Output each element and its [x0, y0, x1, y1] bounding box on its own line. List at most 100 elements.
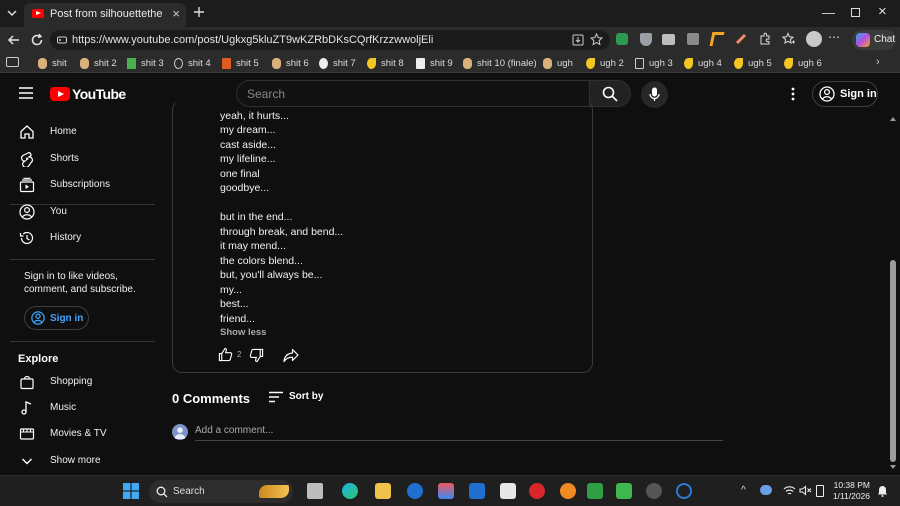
bookmark-item[interactable]: shit 4	[174, 56, 211, 70]
site-info-icon[interactable]	[56, 34, 68, 46]
bookmark-star-icon[interactable]	[590, 33, 603, 46]
bookmark-item[interactable]: shit 8	[367, 56, 404, 70]
sidebar-item-history[interactable]: History	[0, 225, 155, 251]
back-icon[interactable]	[6, 32, 22, 48]
windows-start-icon[interactable]	[123, 483, 139, 499]
file-explorer-icon[interactable]	[375, 483, 391, 499]
scroll-up-arrow-icon[interactable]	[890, 117, 896, 121]
sidebar-item-movies-tv[interactable]: Movies & TV	[0, 421, 155, 447]
microsoft-store-icon[interactable]	[438, 483, 454, 499]
extension-bracket-icon[interactable]	[709, 32, 725, 46]
browser-tab[interactable]: Post from silhouettetheguy - YouTube ×	[24, 3, 186, 27]
volume-muted-icon[interactable]	[799, 485, 812, 496]
bookmarks-overflow-icon[interactable]: ›	[876, 56, 880, 68]
sidebar-item-home[interactable]: Home	[0, 119, 155, 145]
app-green-icon[interactable]	[587, 483, 603, 499]
home-icon	[19, 124, 35, 140]
new-tab-icon[interactable]	[191, 4, 207, 20]
windows-taskbar: Search ^ 10:38 PM 1/11/2026	[0, 475, 900, 506]
settings-kebab-icon[interactable]	[790, 86, 796, 102]
extension-pen-icon[interactable]	[735, 33, 747, 45]
sidebar-sign-in-button[interactable]: Sign in	[24, 306, 89, 330]
chat-app-icon[interactable]	[616, 483, 632, 499]
search-button[interactable]	[590, 80, 631, 107]
app-gray-icon[interactable]	[646, 483, 662, 499]
bookmark-item[interactable]: shit 10 (finale)	[463, 56, 537, 70]
banana-icon	[784, 57, 793, 69]
hamburger-menu-icon[interactable]	[18, 86, 34, 100]
bookmark-item[interactable]: shit 3	[127, 56, 164, 70]
sidebar-item-music[interactable]: Music	[0, 395, 155, 421]
taskbar-search-box[interactable]: Search	[149, 480, 293, 503]
favorites-icon[interactable]	[782, 32, 796, 46]
search-icon	[156, 486, 168, 498]
cn-app-icon[interactable]	[529, 483, 545, 499]
user-circle-icon	[19, 204, 35, 220]
reload-icon[interactable]	[29, 32, 45, 48]
bookmark-item[interactable]: ugh 2	[586, 56, 624, 70]
add-comment-input[interactable]: Add a comment...	[195, 422, 723, 441]
scroll-down-arrow-icon[interactable]	[890, 465, 896, 469]
dislike-button[interactable]	[249, 348, 264, 363]
like-button[interactable]	[218, 347, 233, 362]
bookmark-item[interactable]: shit 6	[272, 56, 309, 70]
extensions-puzzle-icon[interactable]	[758, 32, 772, 46]
show-less-link[interactable]: Show less	[220, 327, 266, 338]
hp-icon[interactable]	[407, 483, 423, 499]
task-view-icon[interactable]	[307, 483, 323, 499]
bookmark-item[interactable]: ugh	[543, 56, 573, 70]
cloud-icon[interactable]	[760, 485, 772, 495]
blender-icon[interactable]	[560, 483, 576, 499]
scrollbar-thumb[interactable]	[890, 260, 896, 462]
app-blue-icon[interactable]	[469, 483, 485, 499]
close-window-icon[interactable]: ×	[878, 3, 887, 20]
app-loader-icon[interactable]	[676, 483, 692, 499]
extension-camera-icon[interactable]	[662, 34, 675, 45]
minimize-icon[interactable]: —	[822, 5, 835, 20]
clock-date: 1/11/2026	[832, 491, 870, 501]
youtube-logo[interactable]: YouTube	[50, 85, 126, 103]
close-tab-icon[interactable]: ×	[172, 6, 180, 21]
voice-search-button[interactable]	[641, 81, 668, 108]
notification-bell-icon[interactable]	[877, 485, 888, 497]
bookmark-item[interactable]: ugh 4	[684, 56, 722, 70]
system-tray-chevron-icon[interactable]: ^	[741, 485, 746, 496]
install-app-icon[interactable]	[572, 34, 584, 46]
github-icon	[319, 57, 328, 69]
profile-avatar[interactable]	[806, 31, 822, 47]
sidebar-divider	[10, 259, 155, 260]
bookmark-item[interactable]: shit 7	[319, 56, 356, 70]
bookmark-item[interactable]: ugh 5	[734, 56, 772, 70]
bookmark-item[interactable]: shit 9	[416, 56, 453, 70]
bookmark-item[interactable]: shit 2	[80, 56, 117, 70]
extension-shield-icon[interactable]	[616, 33, 628, 45]
sidebar-item-you[interactable]: You	[0, 199, 155, 225]
address-bar[interactable]: https://www.youtube.com/post/Ugkxg5kluZT…	[50, 30, 610, 50]
comments-count: 0 Comments	[172, 391, 251, 406]
restore-icon[interactable]	[851, 8, 860, 17]
share-button[interactable]	[283, 348, 299, 363]
sidebar-item-shopping[interactable]: Shopping	[0, 369, 155, 395]
taskbar-clock[interactable]: 10:38 PM 1/11/2026	[826, 480, 870, 502]
post-text-line: my...	[220, 284, 242, 296]
sidebar-item-shorts[interactable]: Shorts	[0, 146, 155, 172]
sidebar-item-show-more[interactable]: Show more	[0, 448, 155, 474]
roblox-icon[interactable]	[500, 483, 516, 499]
sidebar-divider	[10, 341, 155, 342]
tab-list-icon[interactable]	[4, 5, 20, 21]
bookmark-item[interactable]: ugh 3	[635, 56, 673, 70]
sign-in-button[interactable]: Sign in	[812, 81, 878, 107]
bookmark-item[interactable]: shit 5	[222, 56, 259, 70]
edge-browser-icon[interactable]	[342, 483, 358, 499]
shorts-icon	[19, 151, 35, 167]
battery-icon[interactable]	[816, 485, 824, 497]
wifi-icon[interactable]	[783, 485, 796, 496]
extension-square-icon[interactable]	[687, 33, 699, 45]
more-menu-icon[interactable]: ⋯	[828, 31, 842, 46]
bookmark-item[interactable]: ugh 6	[784, 56, 822, 70]
extension-privacy-icon[interactable]	[640, 33, 652, 46]
sidebar-toggle-icon[interactable]	[6, 57, 19, 67]
bookmark-item[interactable]: shit	[38, 56, 67, 70]
sidebar-item-subscriptions[interactable]: Subscriptions	[0, 172, 155, 198]
copilot-chat-button[interactable]: Chat	[852, 30, 896, 50]
